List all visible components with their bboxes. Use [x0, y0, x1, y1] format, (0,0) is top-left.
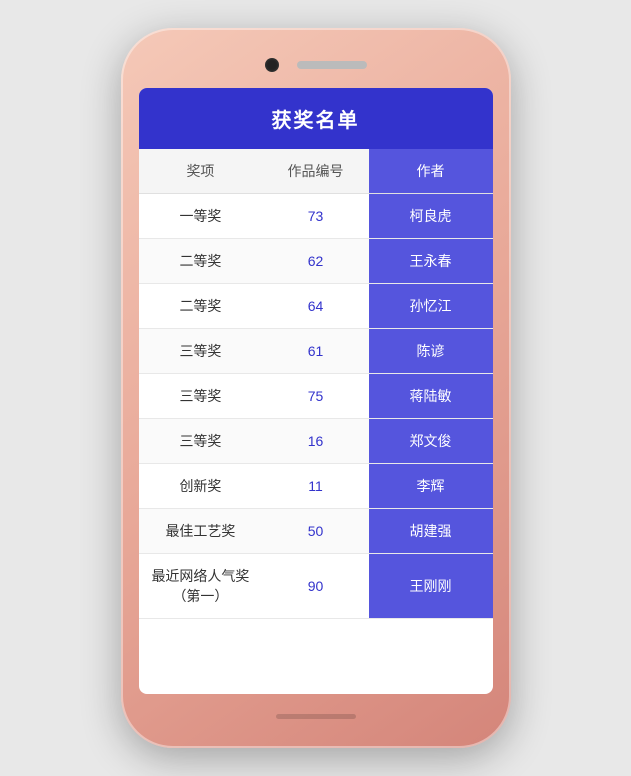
speaker	[297, 61, 367, 69]
cell-id: 64	[262, 284, 368, 329]
cell-author: 陈谚	[369, 329, 493, 374]
cell-author: 李辉	[369, 464, 493, 509]
cell-id: 73	[262, 194, 368, 239]
cell-award: 最近网络人气奖（第一）	[139, 554, 263, 619]
cell-author: 胡建强	[369, 509, 493, 554]
cell-id: 62	[262, 239, 368, 284]
cell-id: 16	[262, 419, 368, 464]
cell-id: 61	[262, 329, 368, 374]
cell-award: 二等奖	[139, 284, 263, 329]
table-row: 创新奖11李辉	[139, 464, 493, 509]
table-row: 三等奖61陈谚	[139, 329, 493, 374]
cell-id: 11	[262, 464, 368, 509]
cell-author: 王刚刚	[369, 554, 493, 619]
cell-id: 50	[262, 509, 368, 554]
col-header-award: 奖项	[139, 149, 263, 194]
phone-top-bar	[139, 46, 493, 84]
cell-award: 创新奖	[139, 464, 263, 509]
cell-award: 三等奖	[139, 329, 263, 374]
cell-id: 90	[262, 554, 368, 619]
camera-icon	[265, 58, 279, 72]
table-row: 二等奖64孙忆江	[139, 284, 493, 329]
cell-author: 王永春	[369, 239, 493, 284]
cell-award: 最佳工艺奖	[139, 509, 263, 554]
table-row: 最近网络人气奖（第一）90王刚刚	[139, 554, 493, 619]
table-row: 最佳工艺奖50胡建强	[139, 509, 493, 554]
phone-bottom	[276, 702, 356, 730]
table-row: 三等奖16郑文俊	[139, 419, 493, 464]
col-header-author: 作者	[369, 149, 493, 194]
cell-id: 75	[262, 374, 368, 419]
cell-author: 蒋陆敏	[369, 374, 493, 419]
table-row: 三等奖75蒋陆敏	[139, 374, 493, 419]
phone-screen: 获奖名单 奖项 作品编号 作者 一等奖73柯良虎二等奖62王永春二等奖64孙忆江…	[139, 88, 493, 694]
home-indicator	[276, 714, 356, 719]
phone-frame: 获奖名单 奖项 作品编号 作者 一等奖73柯良虎二等奖62王永春二等奖64孙忆江…	[121, 28, 511, 748]
cell-award: 一等奖	[139, 194, 263, 239]
award-table: 奖项 作品编号 作者 一等奖73柯良虎二等奖62王永春二等奖64孙忆江三等奖61…	[139, 149, 493, 619]
screen-content[interactable]: 获奖名单 奖项 作品编号 作者 一等奖73柯良虎二等奖62王永春二等奖64孙忆江…	[139, 88, 493, 694]
cell-award: 三等奖	[139, 419, 263, 464]
col-header-id: 作品编号	[262, 149, 368, 194]
table-row: 一等奖73柯良虎	[139, 194, 493, 239]
table-row: 二等奖62王永春	[139, 239, 493, 284]
cell-award: 三等奖	[139, 374, 263, 419]
table-title: 获奖名单	[139, 88, 493, 149]
cell-award: 二等奖	[139, 239, 263, 284]
cell-author: 孙忆江	[369, 284, 493, 329]
cell-author: 柯良虎	[369, 194, 493, 239]
cell-author: 郑文俊	[369, 419, 493, 464]
